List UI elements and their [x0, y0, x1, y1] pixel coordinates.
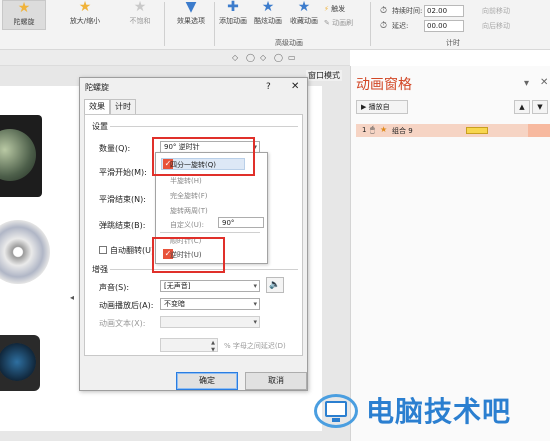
- speaker-icon[interactable]: 🔈: [266, 277, 284, 293]
- shape-icon[interactable]: ◇: [260, 53, 266, 62]
- add-animation-icon: ✚: [227, 0, 239, 15]
- trigger-button[interactable]: ⚡ 触发: [324, 4, 358, 14]
- move-earlier-button[interactable]: 向前移动: [482, 6, 510, 16]
- duration-field[interactable]: 02.00: [424, 5, 464, 17]
- animate-text-select[interactable]: ▾: [160, 316, 260, 328]
- close-icon[interactable]: ✕: [540, 77, 548, 88]
- option-two-spins[interactable]: 旋转两周(T): [170, 206, 208, 216]
- enhance-section-title: 增强: [92, 265, 108, 274]
- animate-text-label: 动画文本(X):: [99, 319, 146, 328]
- chevron-down-icon: ▾: [253, 300, 257, 308]
- watermark-text: 电脑技术吧: [366, 395, 512, 428]
- move-up-button[interactable]: ▲: [514, 100, 530, 114]
- after-animation-label: 动画播放后(A):: [99, 301, 154, 310]
- watermark-logo: [314, 394, 358, 428]
- sound-label: 声音(S):: [99, 283, 130, 292]
- sound-select[interactable]: [无声音] ▾: [160, 280, 260, 292]
- shape-icon[interactable]: ◇: [232, 53, 238, 62]
- chevron-down-icon: ▼: [211, 347, 215, 353]
- drawing-toolbar: ◇ ◯ ◇ ◯ ▭: [0, 50, 350, 66]
- option-full-spin[interactable]: 完全旋转(F): [170, 191, 208, 201]
- option-half-spin[interactable]: 半旋转(H): [170, 176, 202, 186]
- tab-effect[interactable]: 效果: [84, 99, 110, 115]
- dialog-title: 陀螺旋: [85, 83, 109, 92]
- play-from-button[interactable]: ▶ 播放自: [356, 100, 408, 114]
- brush-icon: ✎: [324, 19, 330, 27]
- advanced-group-label: 高级动画: [275, 39, 303, 47]
- animation-pane: [350, 66, 550, 441]
- smooth-end-label: 平滑结束(N):: [99, 195, 146, 204]
- star-icon: ★: [17, 0, 31, 16]
- add-animation-button[interactable]: ✚ 添加动画: [216, 0, 250, 30]
- shape-icon[interactable]: ◯: [246, 53, 255, 62]
- delay-clock-icon: ⏱: [380, 21, 388, 31]
- help-button[interactable]: ?: [266, 82, 271, 92]
- star-icon: ★: [78, 0, 92, 15]
- ok-button[interactable]: 确定: [176, 372, 238, 390]
- spin-effect-button[interactable]: ★ 陀螺旋: [2, 0, 46, 30]
- watch-image[interactable]: [0, 335, 40, 391]
- item-dropdown[interactable]: [528, 124, 550, 137]
- tab-timing[interactable]: 计时: [110, 99, 136, 115]
- shape-icon[interactable]: ◯: [274, 53, 283, 62]
- chevron-down-icon: ▼: [537, 103, 543, 111]
- close-button[interactable]: ✕: [291, 81, 299, 92]
- amount-label: 数量(Q):: [99, 144, 131, 153]
- dropdown-icon[interactable]: ▾: [524, 78, 529, 89]
- planet-image[interactable]: [0, 115, 42, 197]
- duration-label: 持续时间:: [392, 7, 423, 15]
- window-mode-tab[interactable]: 窗口模式: [306, 70, 342, 81]
- animation-item-name: 组合 9: [392, 127, 413, 135]
- settings-section-title: 设置: [92, 122, 108, 131]
- timeline-bar[interactable]: [466, 127, 488, 134]
- slide-arrow-icon: ◂: [70, 293, 75, 302]
- star-icon: ★: [380, 125, 388, 134]
- animation-brush-button[interactable]: ✎ 动画刷: [324, 18, 360, 28]
- auto-reverse-label: 自动翻转(U): [110, 246, 155, 255]
- effect-options-button[interactable]: ▼ 效果选项: [170, 0, 212, 30]
- ribbon: ★ 陀螺旋 ★ 放大/缩小 ★ 不饱和 ▼ 效果选项 ✚ 添加动画 ★ 酷炫动画…: [0, 0, 550, 50]
- delay-field[interactable]: 00.00: [424, 20, 464, 32]
- move-down-button[interactable]: ▼: [532, 100, 548, 114]
- option-custom[interactable]: 自定义(U):: [170, 220, 204, 230]
- after-animation-select[interactable]: 不变暗 ▾: [160, 298, 260, 310]
- cool-animation-button[interactable]: ★ 酷炫动画: [251, 0, 285, 30]
- chevron-down-icon: ▾: [253, 318, 257, 326]
- animation-pane-title: 动画窗格: [356, 77, 412, 93]
- star-icon: ★: [133, 0, 147, 15]
- chevron-down-icon: ▾: [253, 282, 257, 290]
- star-icon: ★: [297, 0, 311, 15]
- play-icon: ▶: [361, 103, 367, 111]
- move-later-button[interactable]: 向后移动: [482, 21, 510, 31]
- chevron-up-icon: ▲: [519, 103, 525, 111]
- highlight-box: [152, 137, 255, 176]
- letter-delay-label: % 字母之间延迟(D): [224, 342, 286, 350]
- desaturate-effect-button[interactable]: ★ 不饱和: [120, 0, 160, 30]
- trigger-icon: ⚡: [324, 5, 329, 13]
- custom-angle-field[interactable]: 90°: [218, 217, 264, 228]
- timing-group-label: 计时: [446, 39, 460, 47]
- highlight-box: [152, 237, 225, 273]
- cancel-button[interactable]: 取消: [245, 372, 307, 390]
- mouse-icon: 🖱: [370, 125, 375, 134]
- star-icon: ★: [261, 0, 275, 15]
- options-icon: ▼: [185, 0, 197, 15]
- animation-list-item[interactable]: 1 🖱 ★ 组合 9: [356, 124, 550, 137]
- zoom-effect-button[interactable]: ★ 放大/缩小: [62, 0, 108, 30]
- bounce-end-label: 弹跳结束(B):: [99, 221, 146, 230]
- shape-icon[interactable]: ▭: [288, 53, 296, 62]
- smooth-start-label: 平滑开始(M):: [99, 168, 147, 177]
- auto-reverse-checkbox[interactable]: [99, 246, 107, 254]
- delay-label: 延迟:: [392, 22, 409, 30]
- favorite-animation-button[interactable]: ★ 收藏动画: [286, 0, 322, 30]
- clock-icon: ⏱: [380, 6, 388, 16]
- letter-delay-stepper[interactable]: ▲ ▼: [160, 338, 218, 353]
